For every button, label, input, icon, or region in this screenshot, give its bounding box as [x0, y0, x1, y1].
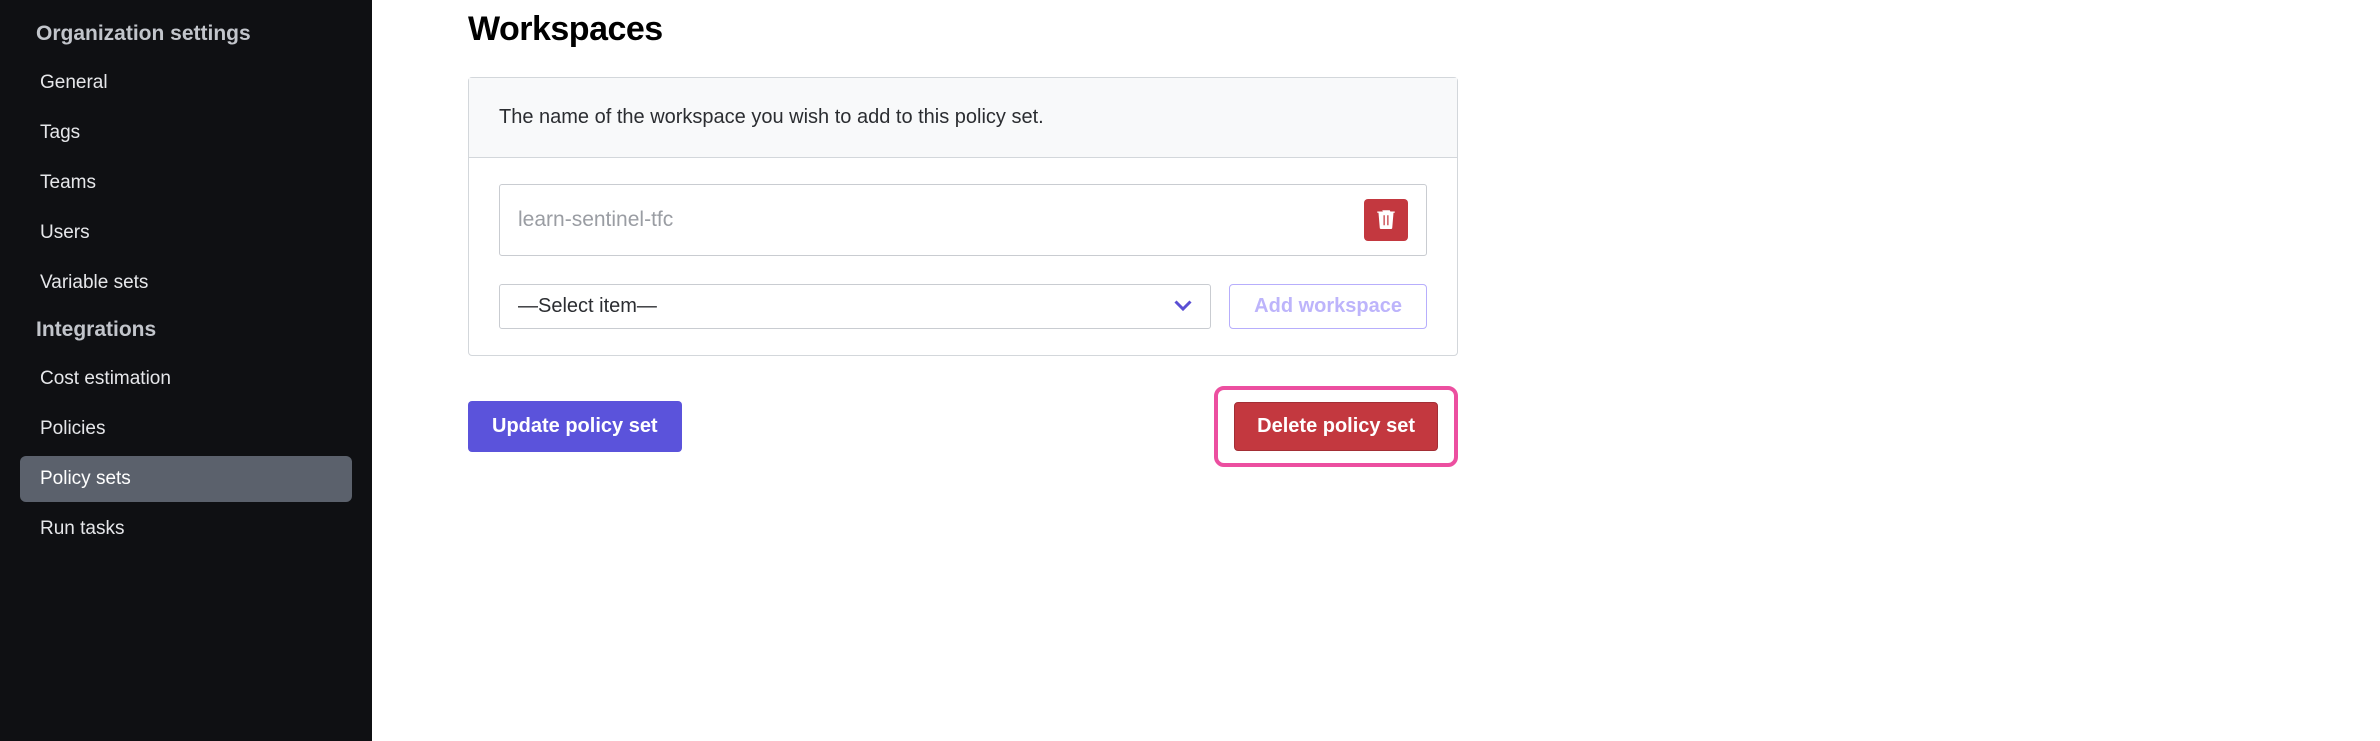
sidebar-item-label: Users — [40, 222, 90, 243]
sidebar-item-users[interactable]: Users — [20, 210, 352, 256]
sidebar-heading-integrations: Integrations — [20, 310, 352, 352]
sidebar: Organization settings General Tags Teams… — [0, 0, 372, 741]
sidebar-item-label: Tags — [40, 122, 80, 143]
empty-region — [1548, 0, 2380, 741]
remove-workspace-button[interactable] — [1364, 199, 1408, 241]
sidebar-item-label: General — [40, 72, 108, 93]
select-row: —Select item— Add workspace — [499, 284, 1427, 329]
sidebar-item-variable-sets[interactable]: Variable sets — [20, 260, 352, 306]
sidebar-item-tags[interactable]: Tags — [20, 110, 352, 156]
sidebar-item-cost-estimation[interactable]: Cost estimation — [20, 356, 352, 402]
action-row: Update policy set Delete policy set — [468, 386, 1458, 467]
chevron-down-icon — [1174, 295, 1192, 318]
workspace-row: learn-sentinel-tfc — [499, 184, 1427, 256]
delete-policy-set-button[interactable]: Delete policy set — [1234, 402, 1438, 451]
button-label: Update policy set — [492, 415, 658, 437]
page-title: Workspaces — [468, 10, 1488, 49]
panel-description: The name of the workspace you wish to ad… — [469, 78, 1457, 158]
delete-highlight-box: Delete policy set — [1214, 386, 1458, 467]
workspaces-panel: The name of the workspace you wish to ad… — [468, 77, 1458, 356]
sidebar-item-general[interactable]: General — [20, 60, 352, 106]
sidebar-item-label: Variable sets — [40, 272, 148, 293]
main-content: Workspaces The name of the workspace you… — [372, 0, 1548, 741]
workspace-name: learn-sentinel-tfc — [518, 208, 673, 232]
sidebar-item-run-tasks[interactable]: Run tasks — [20, 506, 352, 552]
sidebar-item-label: Policy sets — [40, 468, 131, 489]
trash-icon — [1377, 209, 1395, 232]
sidebar-item-label: Teams — [40, 172, 96, 193]
sidebar-item-label: Policies — [40, 418, 105, 439]
add-workspace-button[interactable]: Add workspace — [1229, 284, 1427, 329]
sidebar-item-label: Run tasks — [40, 518, 124, 539]
sidebar-item-policies[interactable]: Policies — [20, 406, 352, 452]
sidebar-heading-org: Organization settings — [20, 14, 352, 56]
select-placeholder: —Select item— — [518, 295, 657, 318]
sidebar-item-teams[interactable]: Teams — [20, 160, 352, 206]
panel-body: learn-sentinel-tfc —Select item— Add wor… — [469, 158, 1457, 355]
sidebar-item-label: Cost estimation — [40, 368, 171, 389]
sidebar-item-policy-sets[interactable]: Policy sets — [20, 456, 352, 502]
update-policy-set-button[interactable]: Update policy set — [468, 401, 682, 452]
workspace-select[interactable]: —Select item— — [499, 284, 1211, 329]
button-label: Delete policy set — [1257, 415, 1415, 437]
button-label: Add workspace — [1254, 295, 1402, 317]
